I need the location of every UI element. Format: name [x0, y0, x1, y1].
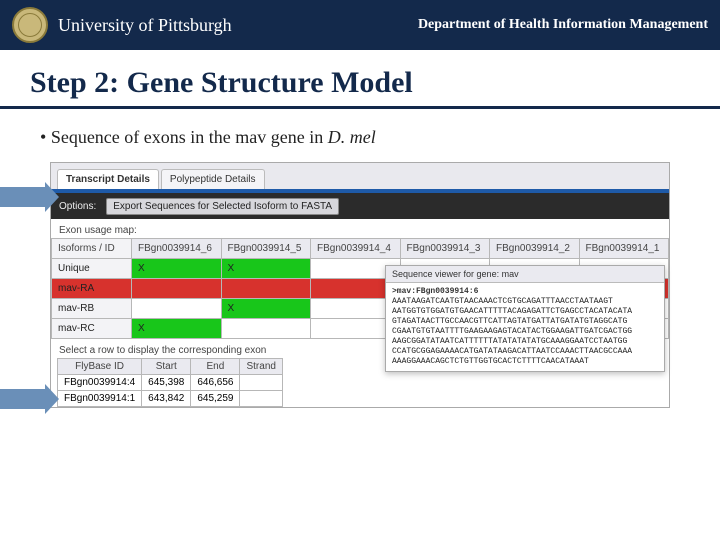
seq-line: AAAGGAAACAGCTCTGTTGGTGCACTCTTTTCAACATAAA…: [392, 357, 589, 366]
options-label: Options:: [59, 201, 96, 212]
bullet-line: • Sequence of exons in the mav gene in D…: [0, 127, 720, 162]
tab-bar: Transcript Details Polypeptide Details: [51, 163, 669, 189]
col-flybase-id: FlyBase ID: [58, 359, 142, 375]
table-row[interactable]: FBgn0039914:4 645,398 646,656: [58, 375, 283, 391]
table-header-row: FlyBase ID Start End Strand: [58, 359, 283, 375]
seq-line: AAGCGGATATAATCATTTTTTATATATATATGCAAAGGAA…: [392, 337, 627, 346]
options-bar: Options: Export Sequences for Selected I…: [51, 193, 669, 219]
col-fbgn6: FBgn0039914_6: [132, 239, 222, 259]
cell-start: 645,398: [142, 375, 191, 391]
cell-flybase-id: FBgn0039914:1: [58, 391, 142, 407]
title-area: Step 2: Gene Structure Model: [0, 50, 720, 109]
fasta-header: >mav:FBgn0039914:6: [392, 287, 478, 296]
exon-coords-table: FlyBase ID Start End Strand FBgn0039914:…: [57, 358, 283, 407]
col-fbgn3: FBgn0039914_3: [400, 239, 490, 259]
screenshot-panel: Transcript Details Polypeptide Details O…: [50, 162, 670, 408]
row-mav-rb: mav-RB: [52, 299, 132, 319]
slide-title: Step 2: Gene Structure Model: [30, 66, 690, 100]
sequence-text: >mav:FBgn0039914:6 AAATAAGATCAATGTAACAAA…: [386, 283, 664, 371]
row-unique: Unique: [52, 259, 132, 279]
slide-header: University of Pittsburgh Department of H…: [0, 0, 720, 50]
cell-flybase-id: FBgn0039914:4: [58, 375, 142, 391]
callout-arrow-icon: [0, 389, 45, 409]
col-fbgn1: FBgn0039914_1: [579, 239, 669, 259]
sequence-viewer-title: Sequence viewer for gene: mav: [386, 266, 664, 283]
cell-end: 646,656: [191, 375, 240, 391]
cell-strand: [240, 375, 282, 391]
cell-mark: X: [132, 259, 222, 279]
seq-line: AATGGTGTGGATGTGAACATTTTTACAGAGATTCTGAGCC…: [392, 307, 632, 316]
row-mav-rc: mav-RC: [52, 319, 132, 339]
tab-transcript-details[interactable]: Transcript Details: [57, 169, 159, 189]
col-start: Start: [142, 359, 191, 375]
col-fbgn4: FBgn0039914_4: [311, 239, 401, 259]
cell-end: 645,259: [191, 391, 240, 407]
exon-map-label: Exon usage map:: [51, 219, 669, 238]
cell-empty: [221, 279, 311, 299]
bullet-text: Sequence of exons in the mav gene in: [51, 127, 328, 147]
col-fbgn2: FBgn0039914_2: [490, 239, 580, 259]
university-name: University of Pittsburgh: [58, 15, 232, 36]
seq-line: AAATAAGATCAATGTAACAAACTCGTGCAGATTTAACCTA…: [392, 297, 613, 306]
table-header-row: Isoforms / ID FBgn0039914_6 FBgn0039914_…: [52, 239, 669, 259]
cell-start: 643,842: [142, 391, 191, 407]
cell-mark: X: [221, 259, 311, 279]
cell-empty: [132, 299, 222, 319]
callout-arrow-icon: [0, 187, 45, 207]
col-strand: Strand: [240, 359, 282, 375]
col-end: End: [191, 359, 240, 375]
cell-empty: [221, 319, 311, 339]
export-fasta-button[interactable]: Export Sequences for Selected Isoform to…: [106, 198, 339, 215]
col-fbgn5: FBgn0039914_5: [221, 239, 311, 259]
bullet-italic: D. mel: [328, 127, 376, 147]
cell-strand: [240, 391, 282, 407]
row-mav-ra: mav-RA: [52, 279, 132, 299]
table-row[interactable]: FBgn0039914:1 643,842 645,259: [58, 391, 283, 407]
seq-line: GTAGATAACTTGCCAACGTTCATTAGTATGATTATGATAT…: [392, 317, 627, 326]
seq-line: CCATGCGGAGAAAACATGATATAAGACATTAATCCAAACT…: [392, 347, 632, 356]
col-isoforms: Isoforms / ID: [52, 239, 132, 259]
department-name: Department of Health Information Managem…: [418, 17, 708, 33]
sequence-viewer-popup: Sequence viewer for gene: mav >mav:FBgn0…: [385, 265, 665, 372]
university-seal-icon: [12, 7, 48, 43]
seq-line: CGAATGTGTAATTTTGAAGAAGAGTACATACTGGAAGATT…: [392, 327, 632, 336]
bullet-marker: •: [40, 127, 51, 147]
tab-polypeptide-details[interactable]: Polypeptide Details: [161, 169, 265, 189]
cell-mark: X: [132, 319, 222, 339]
cell-empty: [132, 279, 222, 299]
cell-mark: X: [221, 299, 311, 319]
